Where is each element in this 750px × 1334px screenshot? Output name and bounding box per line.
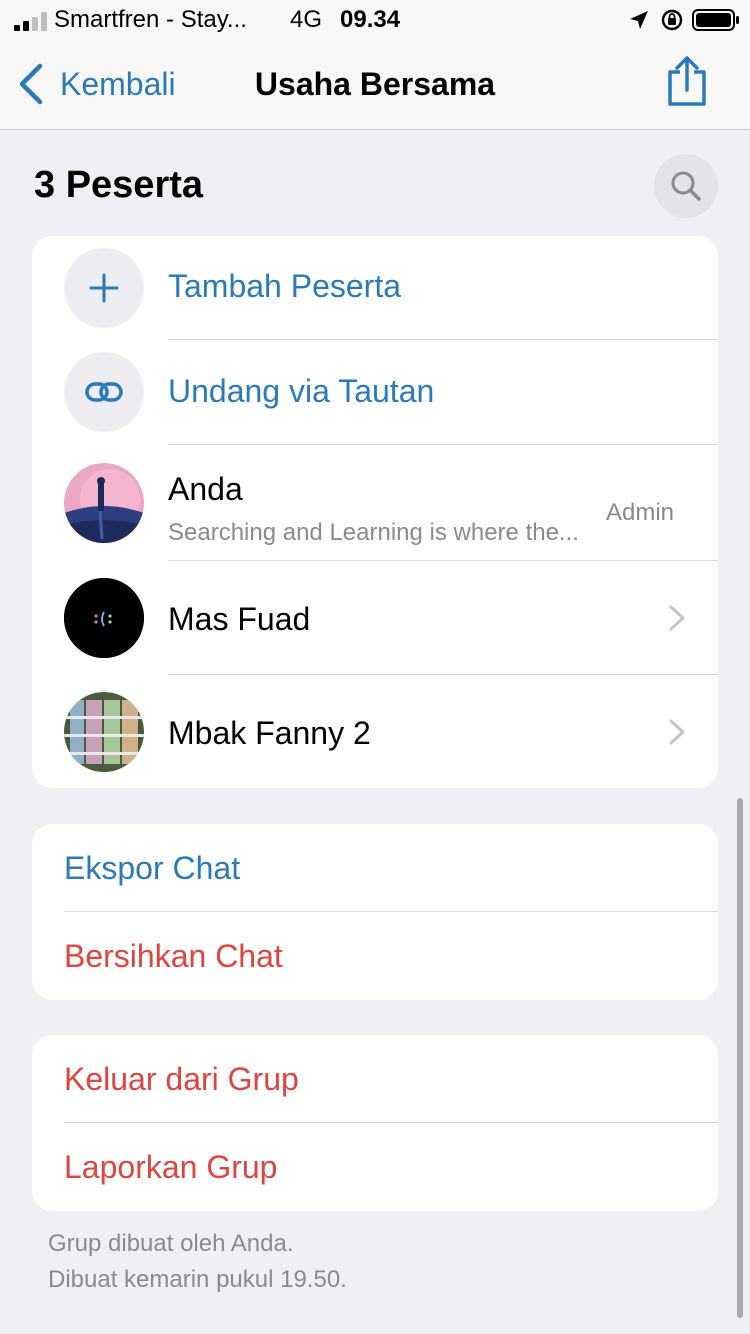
group-info-screen: Smartfren - Stay... 4G 09.34 Kembali Usa…	[0, 0, 750, 1334]
add-participant-label: Tambah Peserta	[168, 268, 402, 304]
status-bar: Smartfren - Stay... 4G 09.34	[0, 0, 750, 42]
member-row-self[interactable]: Anda Searching and Learning is where the…	[32, 445, 718, 561]
group-footer: Grup dibuat oleh Anda. Dibuat kemarin pu…	[48, 1226, 347, 1298]
avatar	[64, 692, 144, 772]
chat-actions-card: Ekspor Chat Bersihkan Chat	[32, 824, 718, 1000]
footer-created-by: Grup dibuat oleh Anda.	[48, 1230, 294, 1257]
share-icon[interactable]	[662, 54, 712, 110]
clear-chat-label: Bersihkan Chat	[64, 938, 283, 974]
navigation-bar: Kembali Usaha Bersama	[0, 42, 750, 130]
clock: 09.34	[340, 6, 401, 33]
network-type: 4G	[290, 6, 323, 33]
search-icon	[671, 171, 701, 201]
participants-card: Tambah Peserta Undang via Tautan Anda Se…	[32, 236, 718, 788]
member-status: Searching and Learning is where the...	[168, 519, 579, 546]
export-chat-button[interactable]: Ekspor Chat	[32, 824, 718, 912]
add-participant-row[interactable]: Tambah Peserta	[32, 236, 718, 340]
scrollbar[interactable]	[737, 798, 743, 1318]
location-icon	[630, 11, 648, 29]
participants-count: 3 Peserta	[34, 164, 204, 206]
leave-group-button[interactable]: Keluar dari Grup	[32, 1035, 718, 1123]
report-group-button[interactable]: Laporkan Grup	[32, 1123, 718, 1211]
signal-icon	[14, 11, 48, 31]
member-row[interactable]: Mas Fuad	[32, 561, 718, 675]
invite-link-label: Undang via Tautan	[168, 373, 435, 409]
report-group-label: Laporkan Grup	[64, 1149, 278, 1185]
chevron-right-icon	[669, 605, 685, 631]
plus-icon	[64, 248, 144, 328]
admin-badge: Admin	[605, 499, 674, 526]
footer-created-at: Dibuat kemarin pukul 19.50.	[48, 1266, 347, 1293]
search-button[interactable]	[654, 154, 718, 218]
avatar	[64, 578, 144, 658]
invite-link-row[interactable]: Undang via Tautan	[32, 340, 718, 445]
carrier-name: Smartfren - Stay...	[54, 6, 247, 33]
group-actions-card: Keluar dari Grup Laporkan Grup	[32, 1035, 718, 1211]
link-icon	[64, 352, 144, 432]
leave-group-label: Keluar dari Grup	[64, 1061, 299, 1097]
page-title: Usaha Bersama	[254, 66, 496, 102]
member-name: Anda	[168, 471, 243, 507]
member-row[interactable]: Mbak Fanny 2	[32, 675, 718, 788]
battery-icon	[692, 9, 739, 31]
export-chat-label: Ekspor Chat	[64, 850, 241, 886]
chevron-right-icon	[669, 719, 685, 745]
avatar	[64, 463, 144, 543]
orientation-lock-icon	[661, 9, 683, 31]
clear-chat-button[interactable]: Bersihkan Chat	[32, 912, 718, 1000]
member-name: Mbak Fanny 2	[168, 715, 371, 751]
member-name: Mas Fuad	[168, 601, 311, 637]
